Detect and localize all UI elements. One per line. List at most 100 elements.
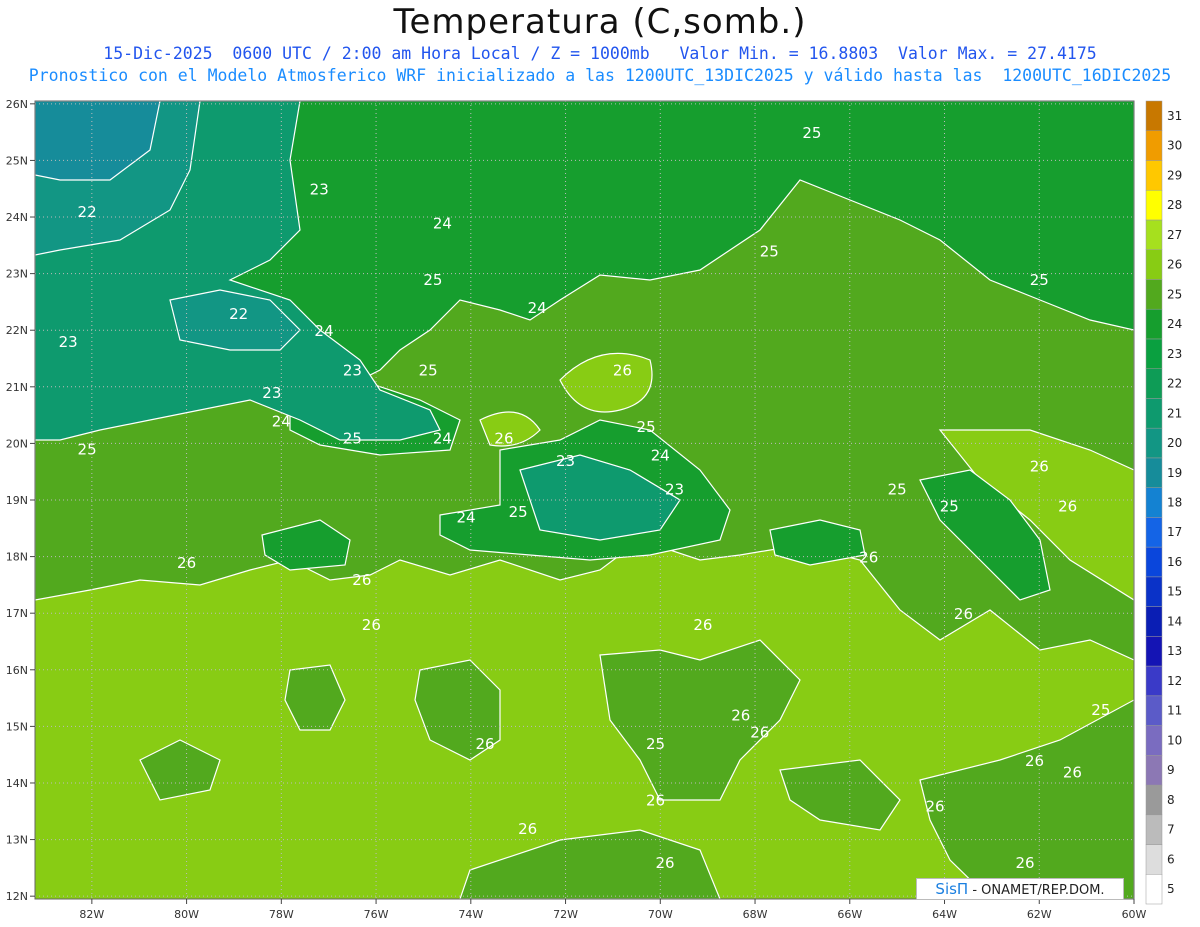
colorbar-label: 28 [1167,198,1182,212]
colorbar-label: 23 [1167,347,1182,361]
contour-label: 26 [954,605,973,623]
lat-tick-label: 24N [6,211,28,224]
contour-label: 22 [78,203,97,221]
lon-tick-label: 62W [1027,908,1052,921]
contour-label: 25 [423,271,442,289]
colorbar-swatch [1145,784,1163,816]
lon-tick-label: 76W [364,908,389,921]
contour-label: 26 [177,554,196,572]
contour-label: 22 [229,305,248,323]
lon-tick-label: 68W [743,908,768,921]
contour-label: 25 [760,243,779,261]
sispi-logo: SisΠ [935,880,969,898]
contour-label: 26 [362,616,381,634]
contour-label: 26 [925,797,944,815]
colorbar-label: 8 [1167,793,1175,807]
colorbar-label: 10 [1167,733,1182,747]
contour-label: 25 [646,735,665,753]
lon-tick-label: 70W [648,908,673,921]
colorbar-swatch [1145,160,1163,191]
contour-label: 26 [750,724,769,742]
colorbar-swatch [1145,398,1163,429]
colorbar-label: 14 [1167,614,1182,628]
contour-label: 26 [859,548,878,566]
contour-label: 25 [940,497,959,515]
contour-label: 24 [528,299,547,317]
colorbar-label: 17 [1167,525,1182,539]
colorbar-swatch [1145,249,1163,280]
colorbar-swatch [1145,189,1163,221]
lon-tick-label: 72W [553,908,578,921]
colorbar-swatch [1145,219,1163,250]
colorbar-label: 12 [1167,674,1182,688]
lon-tick-label: 60W [1122,908,1147,921]
colorbar-label: 7 [1167,823,1175,837]
contour-label: 26 [646,792,665,810]
credit-badge: SisΠ - ONAMET/REP.DOM. [916,878,1124,900]
lat-tick-label: 19N [6,494,28,507]
contour-label: 23 [59,333,78,351]
colorbar-label: 6 [1167,852,1175,866]
colorbar-label: 11 [1167,704,1182,718]
contour-label: 26 [613,361,632,379]
colorbar-label: 21 [1167,406,1182,420]
contour-label: 26 [1063,763,1082,781]
contour-label: 25 [509,503,528,521]
colorbar-label: 29 [1167,168,1182,182]
colorbar-label: 27 [1167,228,1182,242]
colorbar-swatch [1145,576,1163,607]
contour-label: 25 [343,429,362,447]
contour-label: 25 [1091,701,1110,719]
colorbar-label: 9 [1167,763,1175,777]
colorbar-swatch [1145,665,1163,697]
lat-tick-label: 23N [6,268,28,281]
colorbar-swatch [1145,487,1163,518]
contour-label: 26 [1016,854,1035,872]
lat-tick-label: 15N [6,720,28,733]
colorbar-swatch [1145,368,1163,399]
contour-label: 25 [802,124,821,142]
contour-label: 26 [655,854,674,872]
contour-label: 23 [310,180,329,198]
contour-label: 26 [693,616,712,634]
contour-label: 23 [262,384,281,402]
lat-tick-label: 16N [6,664,28,677]
colorbar-swatch [1145,725,1163,756]
colorbar-swatch [1145,755,1163,786]
colorbar-swatch [1145,427,1163,459]
contour-label: 26 [1058,497,1077,515]
colorbar-label: 5 [1167,882,1175,896]
lon-tick-label: 78W [269,908,294,921]
colorbar-label: 13 [1167,644,1182,658]
lon-tick-label: 82W [79,908,104,921]
contour-label: 26 [731,707,750,725]
contour-label: 23 [556,452,575,470]
lon-tick-label: 74W [458,908,483,921]
lat-tick-label: 22N [6,324,28,337]
contour-label: 25 [888,480,907,498]
colorbar-swatch [1145,546,1163,578]
colorbar-label: 18 [1167,496,1182,510]
contour-label: 24 [433,214,452,232]
colorbar-swatch [1145,517,1163,548]
colorbar-swatch [1145,100,1163,131]
credit-text: - ONAMET/REP.DOM. [968,883,1105,898]
contour-label: 25 [78,441,97,459]
contour-label: 25 [419,361,438,379]
temperature-map: 22 23 24 25 22 23 24 23 25 23 24 25 24 26 25 25 24 23 23 24… [6,98,1183,921]
colorbar-swatch [1145,606,1163,637]
contour-label: 26 [475,735,494,753]
contour-label: 24 [651,446,670,464]
colorbar-swatch [1145,636,1163,667]
colorbar-label: 31 [1167,109,1182,123]
contour-label: 24 [433,429,452,447]
contour-label: 23 [343,361,362,379]
contour-label: 25 [1030,271,1049,289]
colorbar-label: 19 [1167,466,1182,480]
colorbar-label: 22 [1167,377,1182,391]
lat-tick-label: 13N [6,834,28,847]
contour-label: 23 [665,480,684,498]
contour-label: 26 [352,571,371,589]
colorbar-swatch [1145,695,1163,726]
lat-tick-label: 26N [6,98,28,111]
